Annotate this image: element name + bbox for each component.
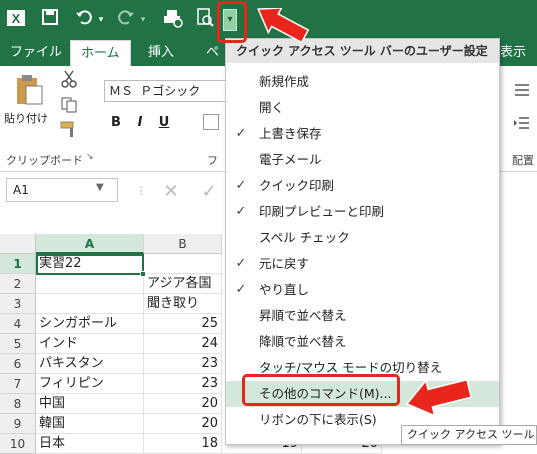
save-icon[interactable] — [40, 8, 60, 32]
row-header[interactable]: 9 — [0, 414, 36, 434]
cell-b[interactable]: 25 — [144, 314, 222, 334]
cell-b[interactable]: アジア各国 — [144, 274, 222, 294]
cell-b[interactable]: 20 — [144, 414, 222, 434]
menu-item[interactable]: ✓ 上書き保存 — [226, 121, 499, 147]
column-header-b[interactable]: B — [144, 234, 222, 254]
cell-a[interactable] — [36, 274, 144, 294]
annotation-highlight-more-commands — [242, 374, 400, 406]
tab-home[interactable]: ホーム — [70, 40, 131, 66]
cell-b[interactable]: 23 — [144, 374, 222, 394]
cell-a[interactable]: 中国 — [36, 394, 144, 414]
menu-item[interactable]: ✓ 元に戻す — [226, 251, 499, 277]
indent-icon[interactable] — [513, 114, 531, 132]
cell-a[interactable] — [36, 294, 144, 314]
annotation-highlight-dropdown — [217, 1, 247, 43]
cell-a[interactable]: 韓国 — [36, 414, 144, 434]
cell-a[interactable]: シンガポール — [36, 314, 144, 334]
menu-item[interactable]: 電子メール — [226, 147, 499, 173]
checkmark-icon: ✓ — [235, 256, 247, 271]
borders-icon[interactable] — [203, 114, 219, 130]
formula-bar-handle[interactable]: ⋮ — [136, 182, 146, 202]
menu-item-label: 印刷プレビューと印刷 — [259, 204, 385, 219]
menu-item[interactable]: スペル チェック — [226, 225, 499, 251]
active-cell-outline — [36, 254, 144, 275]
clipboard-launcher-icon[interactable]: ↘ — [86, 152, 94, 162]
bold-button[interactable]: B — [106, 113, 126, 133]
cut-icon[interactable] — [60, 70, 78, 88]
copy-icon[interactable] — [60, 96, 78, 114]
annotation-arrow-bottom — [404, 374, 474, 420]
cell-a[interactable]: 日本 — [36, 434, 144, 454]
cell-b[interactable]: 聞き取り — [144, 294, 222, 314]
undo-dropdown-icon[interactable]: ▾ — [96, 8, 106, 32]
checkmark-icon: ✓ — [235, 282, 247, 297]
fill-handle[interactable] — [140, 271, 146, 277]
tab-file[interactable]: ファイル — [0, 40, 72, 66]
tooltip: クイック アクセス ツール バ — [401, 425, 537, 445]
menu-item[interactable]: 開く — [226, 95, 499, 121]
menu-item[interactable]: 降順で並べ替え — [226, 329, 499, 355]
menu-item[interactable]: ✓ クイック印刷 — [226, 173, 499, 199]
quick-print-icon[interactable] — [162, 8, 184, 32]
clipboard-group-label: クリップボード — [6, 154, 83, 167]
menu-item[interactable]: ✓ やり直し — [226, 277, 499, 303]
paste-button-label[interactable]: 貼り付け — [4, 110, 48, 126]
underline-button[interactable]: U — [154, 113, 174, 133]
confirm-entry-icon[interactable]: ✓ — [198, 182, 220, 202]
select-all-corner[interactable] — [0, 234, 36, 254]
row-header[interactable]: 2 — [0, 274, 36, 294]
row-header[interactable]: 1 — [0, 254, 36, 274]
undo-icon[interactable] — [74, 8, 94, 32]
name-box-dropdown-icon[interactable]: ▼ — [96, 182, 104, 193]
format-painter-icon[interactable] — [60, 120, 78, 138]
row-header[interactable]: 5 — [0, 334, 36, 354]
cell-b[interactable]: 18 — [144, 434, 222, 454]
cell-a[interactable]: インド — [36, 334, 144, 354]
row-header[interactable]: 7 — [0, 374, 36, 394]
cell-b[interactable]: 24 — [144, 334, 222, 354]
excel-logo-icon: X — [6, 8, 26, 32]
menu-item[interactable]: 新規作成 — [226, 69, 499, 95]
row-header[interactable]: 10 — [0, 434, 36, 454]
menu-item-label: やり直し — [259, 282, 310, 297]
redo-icon[interactable] — [116, 8, 136, 32]
menu-item-label: クイック印刷 — [259, 178, 335, 193]
menu-item[interactable]: 昇順で並べ替え — [226, 303, 499, 329]
row-header[interactable]: 6 — [0, 354, 36, 374]
checkmark-icon: ✓ — [235, 126, 247, 141]
print-preview-icon[interactable] — [194, 8, 216, 32]
cell-a[interactable]: フィリピン — [36, 374, 144, 394]
cell-a[interactable]: パキスタン — [36, 354, 144, 374]
menu-item[interactable]: ✓ 印刷プレビューと印刷 — [226, 199, 499, 225]
menu-item-label: 昇順で並べ替え — [259, 308, 347, 323]
row-header[interactable]: 8 — [0, 394, 36, 414]
tab-insert[interactable]: 挿入 — [138, 40, 184, 66]
cell-b[interactable]: 23 — [144, 354, 222, 374]
menu-item-label: 電子メール — [259, 152, 322, 167]
italic-button[interactable]: I — [130, 113, 150, 133]
cell-b[interactable] — [144, 254, 222, 274]
row-header[interactable]: 4 — [0, 314, 36, 334]
checkmark-icon: ✓ — [235, 204, 247, 219]
font-name-input[interactable]: ＭＳ Ｐゴシック — [104, 80, 234, 102]
checkmark-icon: ✓ — [235, 178, 247, 193]
alignment-group-label: 配置 — [512, 154, 534, 167]
menu-item-label: スペル チェック — [259, 230, 350, 245]
align-icon[interactable] — [513, 82, 531, 100]
column-header-a[interactable]: A — [36, 234, 144, 254]
svg-text:X: X — [12, 11, 21, 26]
cell-b[interactable]: 20 — [144, 394, 222, 414]
cancel-entry-icon[interactable]: ✕ — [160, 182, 182, 202]
menu-item-label: 元に戻す — [259, 256, 310, 271]
font-group-label: フ — [207, 154, 218, 167]
paste-icon[interactable] — [12, 74, 44, 106]
row-header[interactable]: 3 — [0, 294, 36, 314]
menu-item-label: 降順で並べ替え — [259, 334, 347, 349]
menu-item-label: 新規作成 — [259, 74, 310, 89]
redo-dropdown-icon[interactable]: ▾ — [138, 8, 148, 32]
menu-item-label: 開く — [259, 100, 285, 115]
menu-item-label: リボンの下に表示(S) — [259, 412, 377, 427]
annotation-arrow-top — [252, 7, 312, 60]
menu-item-label: 上書き保存 — [259, 126, 322, 141]
